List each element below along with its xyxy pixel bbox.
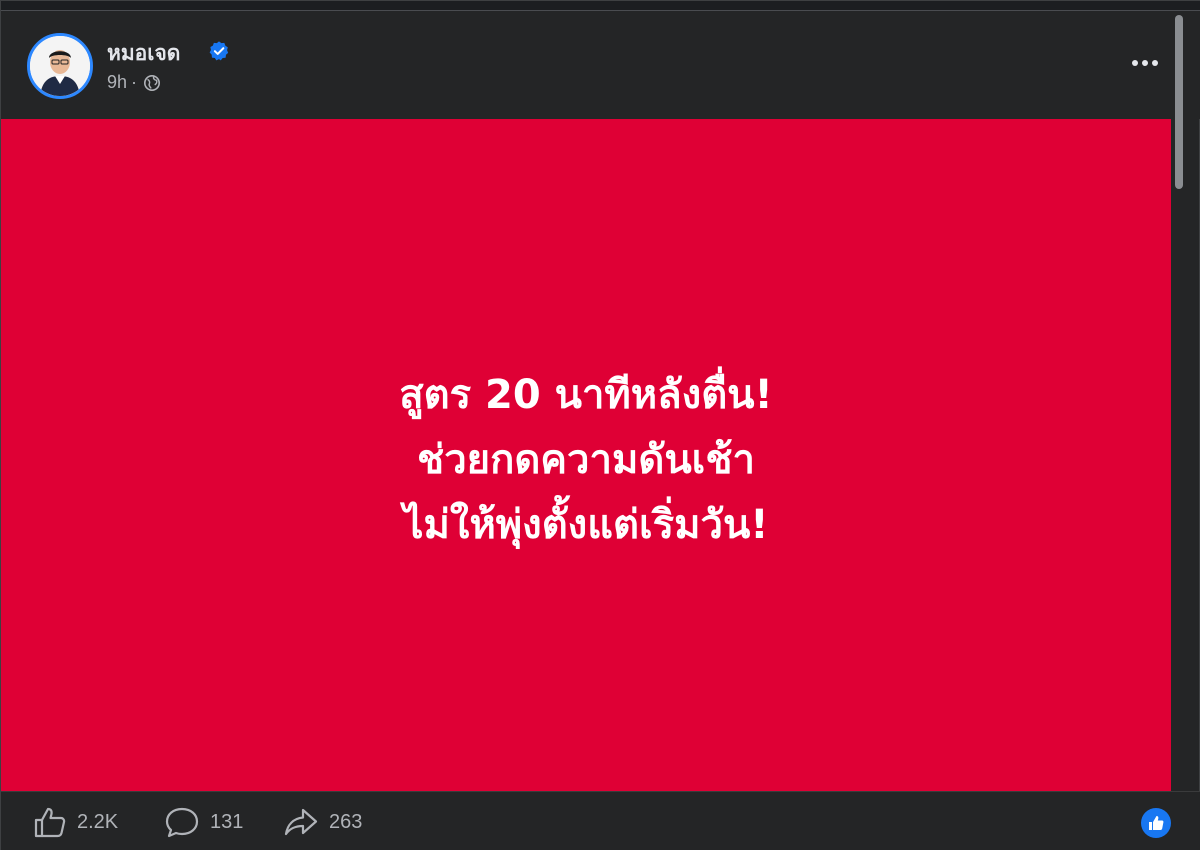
like-button[interactable]: 2.2K [33,807,119,838]
author-name[interactable]: หมอเจด [107,37,180,70]
globe-icon[interactable] [143,74,161,92]
post-text: สูตร 20 นาทีหลังตื่น! ช่วยกดความดันเช้า … [399,363,773,558]
like-reaction-badge[interactable] [1141,808,1171,838]
post-timestamp[interactable]: 9h [107,72,127,93]
thumbs-up-icon [34,807,66,838]
verified-badge-icon [209,41,229,61]
comment-count: 131 [210,810,244,833]
meta-separator: · [131,72,138,92]
more-options-dot [1142,60,1148,66]
post-text-line: ไม่ให้พุ่งตั้งแต่เริ่มวัน! [403,501,769,548]
post-actions-bar: 2.2K 131 263 [1,791,1200,850]
share-count: 263 [329,810,363,833]
post-window: หมอเจด 9h · สูตร 20 นาทีหลังตื่น! ช่วยกด… [0,0,1200,850]
more-options-button[interactable] [1125,49,1165,77]
share-button[interactable]: 263 [283,808,362,836]
share-arrow-icon [284,808,318,836]
author-avatar[interactable] [27,33,93,99]
post-text-background: สูตร 20 นาทีหลังตื่น! ช่วยกดความดันเช้า … [1,119,1171,791]
post-header: หมอเจด 9h · [1,11,1200,119]
avatar-portrait-icon [30,36,90,96]
post-text-line: สูตร 20 นาทีหลังตื่น! [399,371,773,418]
more-options-dot [1152,60,1158,66]
window-top-edge [1,1,1200,11]
like-reaction-icon [1149,816,1164,830]
post-meta: 9h · [107,72,161,93]
more-options-dot [1132,60,1138,66]
comment-button[interactable]: 131 [164,807,244,838]
post-text-line: ช่วยกดความดันเช้า [417,436,755,483]
scrollbar-thumb[interactable] [1175,15,1183,189]
comment-bubble-icon [165,807,199,838]
like-count: 2.2K [77,810,119,833]
